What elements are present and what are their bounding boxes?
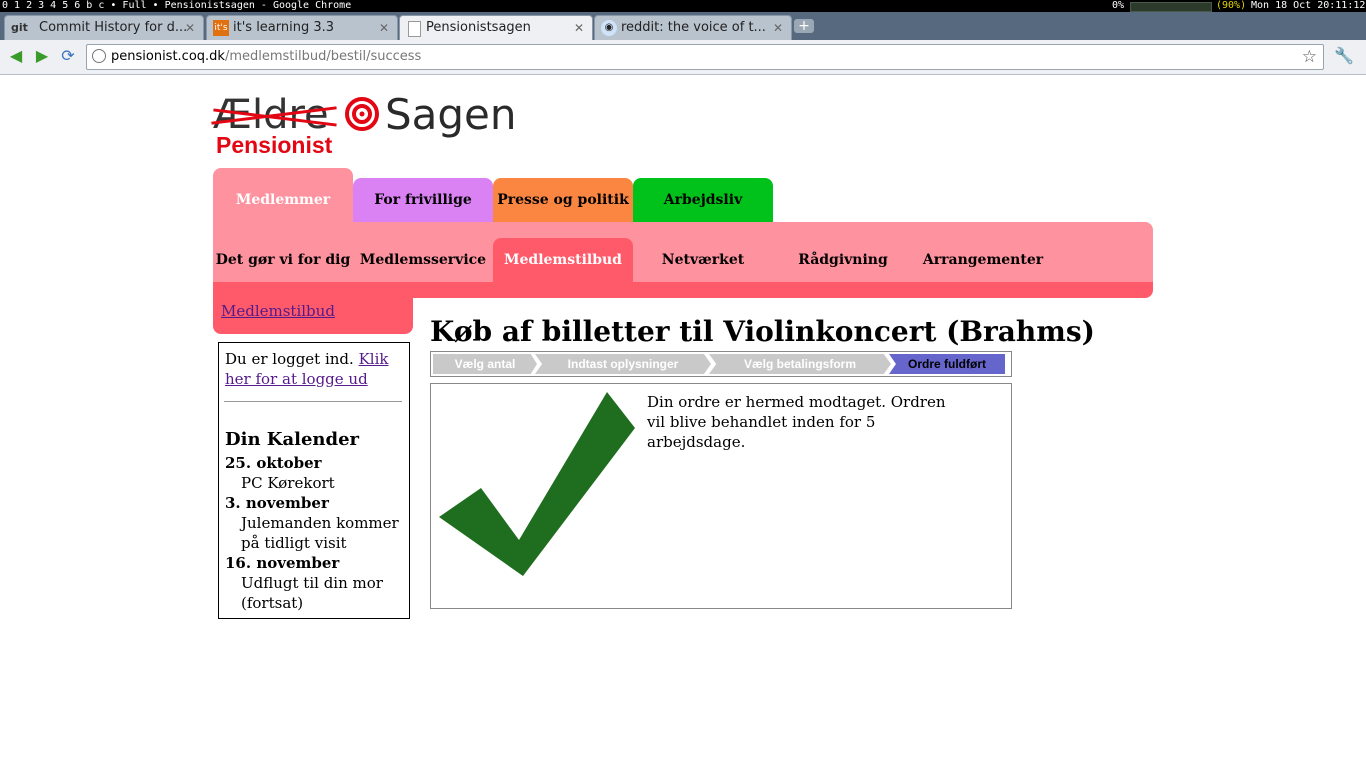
itslearning-icon: it's	[213, 20, 229, 36]
browser-toolbar: ◀ ▶ ⟳ pensionist.coq.dk/medlemstilbud/be…	[0, 40, 1366, 75]
subnav-item-det-gor-vi[interactable]: Det gør vi for dig	[213, 238, 353, 282]
sidebar: Du er logget ind. Klik her for at logge …	[218, 342, 410, 619]
cpu-readout: 0%	[1112, 0, 1125, 11]
close-icon[interactable]: ✕	[185, 16, 195, 40]
globe-icon	[92, 49, 106, 63]
tab-reddit[interactable]: ◉ reddit: the voice of t... ✕	[594, 15, 792, 41]
forward-button[interactable]: ▶	[33, 47, 51, 65]
workspaces: 0 1 2 3 4 5 6 b c	[2, 0, 105, 11]
reload-button[interactable]: ⟳	[59, 47, 77, 65]
calendar-date: 3. november	[225, 494, 329, 512]
confirmation-message: Din ordre er hermed modtaget. Ordren vil…	[647, 393, 946, 451]
subnav-item-raadgivning[interactable]: Rådgivning	[773, 238, 913, 282]
step-ordre-fuldfoert: Ordre fuldført	[889, 354, 1005, 374]
tab-title: Pensionistsagen	[426, 20, 531, 35]
checkmark-icon	[439, 392, 635, 576]
workspace-indicator: 0 1 2 3 4 5 6 b c • Full • Pensionistsag…	[2, 0, 352, 11]
close-icon[interactable]: ✕	[773, 16, 783, 40]
window-title: Pensionistsagen - Google Chrome	[164, 0, 352, 11]
system-bar: 0 1 2 3 4 5 6 b c • Full • Pensionistsag…	[0, 0, 1366, 12]
clock: Mon 18 Oct 20:11:12	[1251, 0, 1366, 11]
close-icon[interactable]: ✕	[379, 16, 389, 40]
page-title: Køb af billetter til Violinkoncert (Brah…	[430, 315, 1095, 348]
document-icon	[408, 21, 421, 37]
subnav-item-netvaerket[interactable]: Netværket	[633, 238, 773, 282]
step-indtast-oplysninger: Indtast oplysninger	[535, 354, 711, 374]
order-confirmation: Din ordre er hermed modtaget. Ordren vil…	[430, 383, 1012, 609]
tab-title: Commit History for d...	[39, 20, 188, 35]
login-text: Du er logget ind.	[225, 350, 354, 368]
calendar-date: 25. oktober	[225, 454, 322, 472]
git-icon: git	[11, 21, 28, 34]
subnav-item-medlemstilbud[interactable]: Medlemstilbud	[493, 238, 633, 282]
calendar-event: PC Kørekort	[241, 474, 335, 492]
cpu-meter	[1130, 2, 1212, 12]
section-link[interactable]: Medlemstilbud	[221, 302, 335, 320]
site-logo[interactable]: Ældre Sagen Pensionist	[211, 90, 523, 160]
main-tab-presse[interactable]: Presse og politik	[493, 178, 633, 222]
back-button[interactable]: ◀	[7, 47, 25, 65]
reddit-icon: ◉	[601, 20, 617, 36]
url-host: pensionist.coq.dk	[111, 49, 225, 64]
login-status: Du er logget ind. Klik her for at logge …	[225, 349, 405, 389]
spiral-icon	[345, 97, 379, 131]
main-tab-medlemmer[interactable]: Medlemmer	[213, 168, 353, 222]
step-vaelg-antal: Vælg antal	[433, 354, 537, 374]
logo-subtitle: Pensionist	[216, 132, 333, 158]
main-tab-frivillige[interactable]: For frivillige	[353, 178, 493, 222]
divider	[224, 401, 402, 402]
main-tab-arbejdsliv[interactable]: Arbejdsliv	[633, 178, 773, 222]
close-icon[interactable]: ✕	[574, 16, 584, 40]
subnav-item-medlemsservice[interactable]: Medlemsservice	[353, 238, 493, 282]
new-tab-button[interactable]: +	[794, 19, 814, 33]
calendar-list: 25. oktober PC Kørekort 3. november Jule…	[225, 453, 405, 613]
order-steps: Vælg antal Indtast oplysninger Vælg beta…	[430, 351, 1012, 377]
wrench-icon[interactable]: 🔧	[1334, 47, 1354, 65]
tab-pensionistsagen[interactable]: Pensionistsagen ✕	[399, 15, 593, 42]
calendar-date: 16. november	[225, 554, 340, 572]
tab-git[interactable]: git Commit History for d... ✕	[4, 15, 204, 41]
tab-itslearning[interactable]: it's it's learning 3.3 ✕	[206, 15, 398, 41]
url-text[interactable]: pensionist.coq.dk/medlemstilbud/bestil/s…	[111, 45, 421, 69]
battery-readout: (90%)	[1216, 0, 1247, 11]
step-betalingsform: Vælg betalingsform	[709, 354, 891, 374]
section-box: Medlemstilbud	[213, 282, 413, 334]
tab-strip: git Commit History for d... ✕ it's it's …	[0, 12, 1366, 42]
subnav-bottom-bar	[413, 282, 1153, 298]
bookmark-star-icon[interactable]: ☆	[1302, 46, 1317, 68]
layout-name: Full	[122, 0, 147, 11]
url-path: /medlemstilbud/bestil/success	[224, 49, 422, 64]
logo-name: Sagen	[385, 90, 517, 139]
tab-title: it's learning 3.3	[233, 20, 335, 35]
calendar-title: Din Kalender	[225, 429, 360, 450]
address-bar[interactable]: pensionist.coq.dk/medlemstilbud/bestil/s…	[86, 44, 1324, 70]
tab-title: reddit: the voice of t...	[621, 20, 766, 35]
calendar-event: Udflugt til din mor (fortsat)	[241, 574, 383, 612]
sub-nav: Det gør vi for dig Medlemsservice Medlem…	[213, 222, 1153, 282]
subnav-item-arrangementer[interactable]: Arrangementer	[913, 238, 1053, 282]
calendar-event: Julemanden kommer på tidligt visit	[241, 514, 399, 552]
